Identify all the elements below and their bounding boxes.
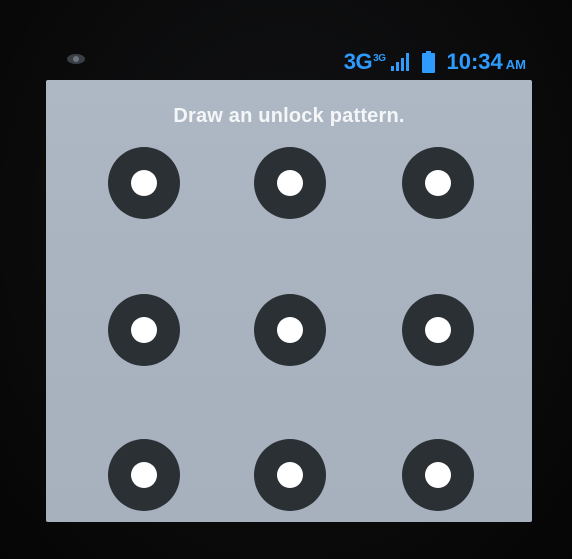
pattern-dot-center — [131, 462, 157, 488]
pattern-dot-center — [425, 317, 451, 343]
pattern-dot-4[interactable] — [108, 294, 180, 366]
pattern-dot-center — [277, 317, 303, 343]
pattern-dot-8[interactable] — [254, 439, 326, 511]
battery-icon — [421, 51, 435, 73]
lock-screen: Draw an unlock pattern. — [46, 80, 532, 522]
status-bar: 3G3G 10:34 AM — [40, 42, 540, 80]
network-sup-label: 3G — [373, 52, 386, 64]
unlock-prompt: Draw an unlock pattern. — [173, 105, 405, 127]
pattern-dot-center — [277, 170, 303, 196]
pattern-dot-2[interactable] — [254, 147, 326, 219]
pattern-dot-center — [277, 462, 303, 488]
pattern-dot-center — [131, 170, 157, 196]
network-type: 3G3G — [344, 49, 386, 75]
pattern-dot-center — [425, 462, 451, 488]
pattern-dot-1[interactable] — [108, 147, 180, 219]
pattern-dot-7[interactable] — [108, 439, 180, 511]
network-label: 3G — [343, 49, 373, 74]
pattern-dot-center — [131, 317, 157, 343]
pattern-dot-3[interactable] — [402, 147, 474, 219]
eye-icon — [67, 54, 85, 64]
pattern-dot-6[interactable] — [402, 294, 474, 366]
status-right: 3G3G 10:34 AM — [344, 48, 526, 76]
pattern-dot-center — [425, 170, 451, 196]
clock-ampm: AM — [505, 57, 526, 72]
signal-icon — [390, 53, 409, 71]
pattern-dot-9[interactable] — [402, 439, 474, 511]
clock: 10:34 AM — [447, 49, 527, 75]
pattern-dot-5[interactable] — [254, 294, 326, 366]
clock-time: 10:34 — [446, 49, 503, 74]
